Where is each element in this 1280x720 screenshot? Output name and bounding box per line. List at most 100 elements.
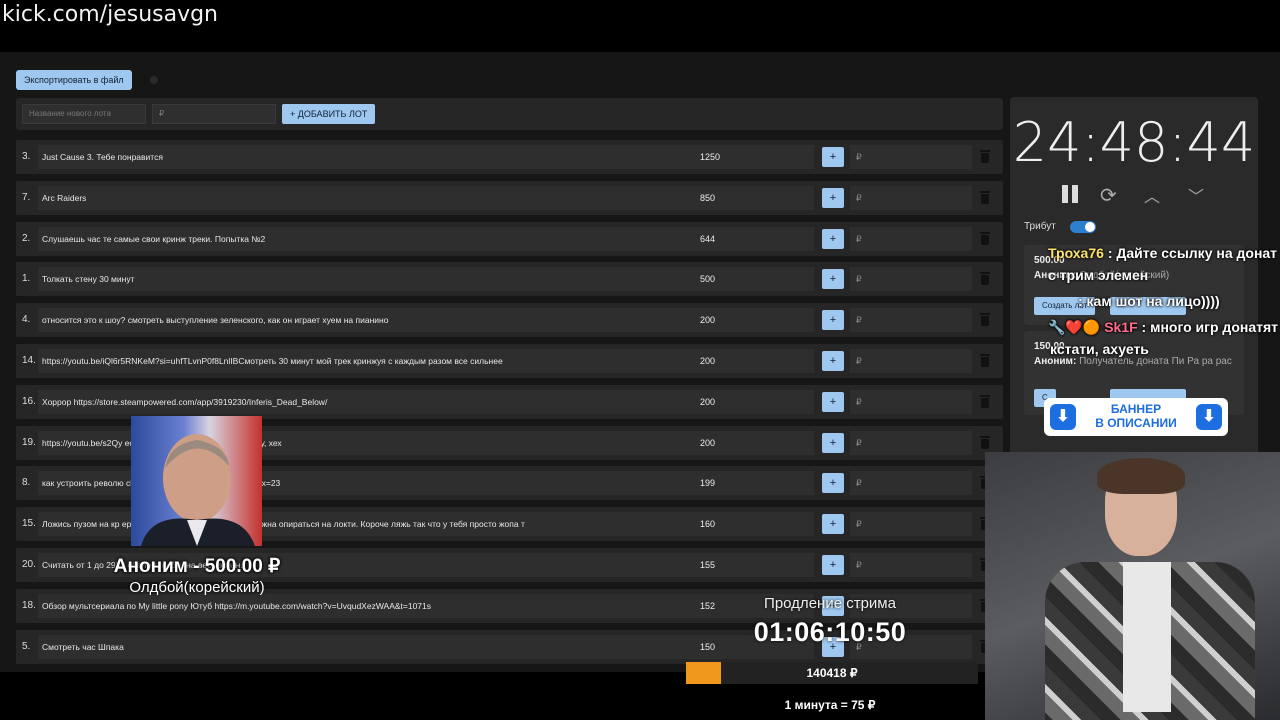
lot-row: 7. Arc Raiders 850 + ₽ bbox=[16, 180, 1003, 215]
pause-icon[interactable] bbox=[1062, 185, 1080, 203]
add-lot-panel: Название нового лота ₽ + ДОБАВИТЬ ЛОТ bbox=[16, 98, 1003, 130]
status-dot bbox=[150, 76, 158, 84]
progress-text: 140418 ₽ bbox=[806, 666, 858, 680]
lot-title-input[interactable]: Слушаешь час те самые свои кринж треки. … bbox=[38, 226, 702, 251]
lot-amount-input[interactable]: 1250 bbox=[692, 145, 814, 169]
lot-row: 16. Хоррор https://store.steampowered.com… bbox=[16, 384, 1003, 419]
trash-icon[interactable] bbox=[980, 272, 990, 286]
lot-add-sum-input[interactable]: ₽ bbox=[850, 430, 972, 455]
lot-add-sum-input[interactable]: ₽ bbox=[850, 349, 972, 373]
chat-message: : кам шот на лицо)))) bbox=[1078, 293, 1220, 309]
lot-add-button[interactable]: + bbox=[822, 432, 844, 453]
lot-amount-input[interactable]: 160 bbox=[692, 512, 814, 537]
extension-label: Продление стрима bbox=[764, 595, 896, 612]
download-icon: ⬇ bbox=[1196, 404, 1222, 430]
lot-amount-input[interactable]: 850 bbox=[692, 185, 814, 210]
lot-add-button[interactable]: + bbox=[822, 187, 844, 208]
lot-add-button[interactable]: + bbox=[822, 228, 844, 249]
rate-text: 1 минута = 75 ₽ bbox=[784, 698, 876, 712]
reset-icon[interactable]: ⟳ bbox=[1100, 183, 1117, 208]
lot-amount-input[interactable]: 500 bbox=[692, 267, 814, 292]
lot-add-sum-input[interactable]: ₽ bbox=[850, 145, 972, 169]
trash-icon[interactable] bbox=[980, 190, 990, 204]
lot-row: 1. Толкать стену 30 минут 500 + ₽ bbox=[16, 262, 1003, 297]
lot-number: 7. bbox=[22, 191, 31, 203]
lot-row: 4. относится это к шоу? смотреть выступле… bbox=[16, 303, 1003, 338]
export-button[interactable]: Экспортировать в файл bbox=[16, 70, 132, 90]
lot-title-input[interactable]: относится это к шоу? смотреть выступлени… bbox=[38, 308, 702, 333]
lot-add-button[interactable]: + bbox=[822, 514, 844, 535]
extension-timer: 01:06:10:50 bbox=[753, 617, 907, 647]
lot-number: 14. bbox=[22, 355, 36, 366]
lot-amount-input[interactable]: 200 bbox=[692, 389, 814, 414]
lot-add-button[interactable]: + bbox=[822, 269, 844, 290]
add-lot-button[interactable]: + ДОБАВИТЬ ЛОТ bbox=[282, 104, 376, 124]
lot-amount-input[interactable]: 200 bbox=[692, 308, 814, 333]
lot-amount-input[interactable]: 644 bbox=[692, 226, 814, 251]
lot-add-sum-input[interactable]: ₽ bbox=[850, 553, 972, 577]
chevron-down-icon[interactable]: ﹀ bbox=[1188, 183, 1204, 207]
new-lot-name-input[interactable]: Название нового лота bbox=[22, 104, 146, 124]
lot-title-input[interactable]: Just Cause 3. Тебе понравится bbox=[38, 145, 702, 169]
lot-amount-input[interactable]: 200 bbox=[692, 430, 814, 455]
browser-url-bar[interactable]: kick.com/jesusavgn bbox=[0, 0, 1280, 50]
webcam-hair bbox=[1097, 458, 1185, 494]
lot-number: 18. bbox=[22, 599, 36, 611]
lot-title-input[interactable]: Толкать стену 30 минут bbox=[38, 267, 702, 292]
lot-add-button[interactable]: + bbox=[822, 351, 844, 371]
lot-add-sum-input[interactable]: ₽ bbox=[850, 267, 972, 292]
lot-add-button[interactable]: + bbox=[822, 555, 844, 575]
lot-add-sum-input[interactable]: ₽ bbox=[850, 512, 972, 537]
lot-title-input[interactable]: Хоррор https://store.steampowered.com/ap… bbox=[38, 389, 702, 414]
lot-number: 2. bbox=[22, 232, 31, 244]
lot-title-input[interactable]: Смотреть час Шпака bbox=[38, 634, 702, 659]
download-icon: ⬇ bbox=[1050, 404, 1076, 430]
chat-message: 🔧❤️🟠 Sk1F : много игр донатят bbox=[1048, 319, 1278, 335]
lot-amount-input[interactable]: 200 bbox=[692, 349, 814, 373]
webcam-feed bbox=[985, 452, 1280, 720]
lot-number: 16. bbox=[22, 395, 36, 407]
lot-number: 8. bbox=[22, 477, 31, 489]
lot-amount-input[interactable]: 155 bbox=[692, 553, 814, 577]
lot-add-button[interactable]: + bbox=[822, 391, 844, 412]
url-text: kick.com/jesusavgn bbox=[2, 2, 219, 27]
timer-controls: ⟳ ︿ ﹀ bbox=[1058, 179, 1218, 209]
lot-title-input[interactable]: Arc Raiders bbox=[38, 185, 702, 210]
chat-badge-icon: 🔧❤️🟠 bbox=[1048, 319, 1101, 335]
donation-alert-name: Аноним - 500.00 ₽ bbox=[113, 556, 281, 577]
trash-icon[interactable] bbox=[980, 435, 990, 449]
lot-add-sum-input[interactable]: ₽ bbox=[850, 389, 972, 414]
donation-alert-message: Олдбой(корейский) bbox=[129, 579, 265, 596]
lot-amount-input[interactable]: 199 bbox=[692, 471, 814, 496]
webcam-tshirt bbox=[1123, 562, 1171, 712]
tribute-toggle[interactable] bbox=[1070, 221, 1096, 233]
lot-number: 4. bbox=[22, 314, 31, 326]
lot-add-sum-input[interactable]: ₽ bbox=[850, 185, 972, 210]
trash-icon[interactable] bbox=[980, 394, 990, 408]
banner-ad: ⬇ БАННЕР В ОПИСАНИИ ⬇ bbox=[1044, 398, 1228, 436]
main-timer: 24:48:44 bbox=[1012, 111, 1256, 174]
trash-icon[interactable] bbox=[980, 231, 990, 245]
lot-number: 3. bbox=[22, 151, 31, 162]
new-lot-sum-input[interactable]: ₽ bbox=[152, 104, 276, 124]
lot-title-input[interactable]: Обзор мультсериала по My little pony Юту… bbox=[38, 593, 702, 618]
lot-add-sum-input[interactable]: ₽ bbox=[850, 471, 972, 496]
lot-add-sum-input[interactable]: ₽ bbox=[850, 308, 972, 333]
donation-progress-bar: 140418 ₽ bbox=[686, 662, 978, 684]
lot-title-input[interactable]: https://youtu.be/iQl6r5RNKeM?si=uhfTLvnP… bbox=[38, 349, 702, 373]
chevron-up-icon[interactable]: ︿ bbox=[1144, 183, 1160, 207]
trash-icon[interactable] bbox=[980, 313, 990, 327]
lot-add-button[interactable]: + bbox=[822, 147, 844, 167]
chat-message: Троха76 : Дайте ссылку на донат bbox=[1048, 245, 1278, 261]
lot-row: 2. Слушаешь час те самые свои кринж треки… bbox=[16, 221, 1003, 256]
lot-add-button[interactable]: + bbox=[822, 310, 844, 331]
trash-icon[interactable] bbox=[980, 150, 990, 163]
portrait-image bbox=[141, 434, 255, 546]
lot-add-sum-input[interactable]: ₽ bbox=[850, 226, 972, 251]
lot-row: 3. Just Cause 3. Тебе понравится 1250 + ₽ bbox=[16, 140, 1003, 174]
lot-row: 14. https://youtu.be/iQl6r5RNKeM?si=uhfTL… bbox=[16, 344, 1003, 378]
trash-icon[interactable] bbox=[980, 354, 990, 367]
lot-add-button[interactable]: + bbox=[822, 473, 844, 494]
lot-number: 19. bbox=[22, 436, 36, 448]
lot-number: 15. bbox=[22, 518, 36, 530]
